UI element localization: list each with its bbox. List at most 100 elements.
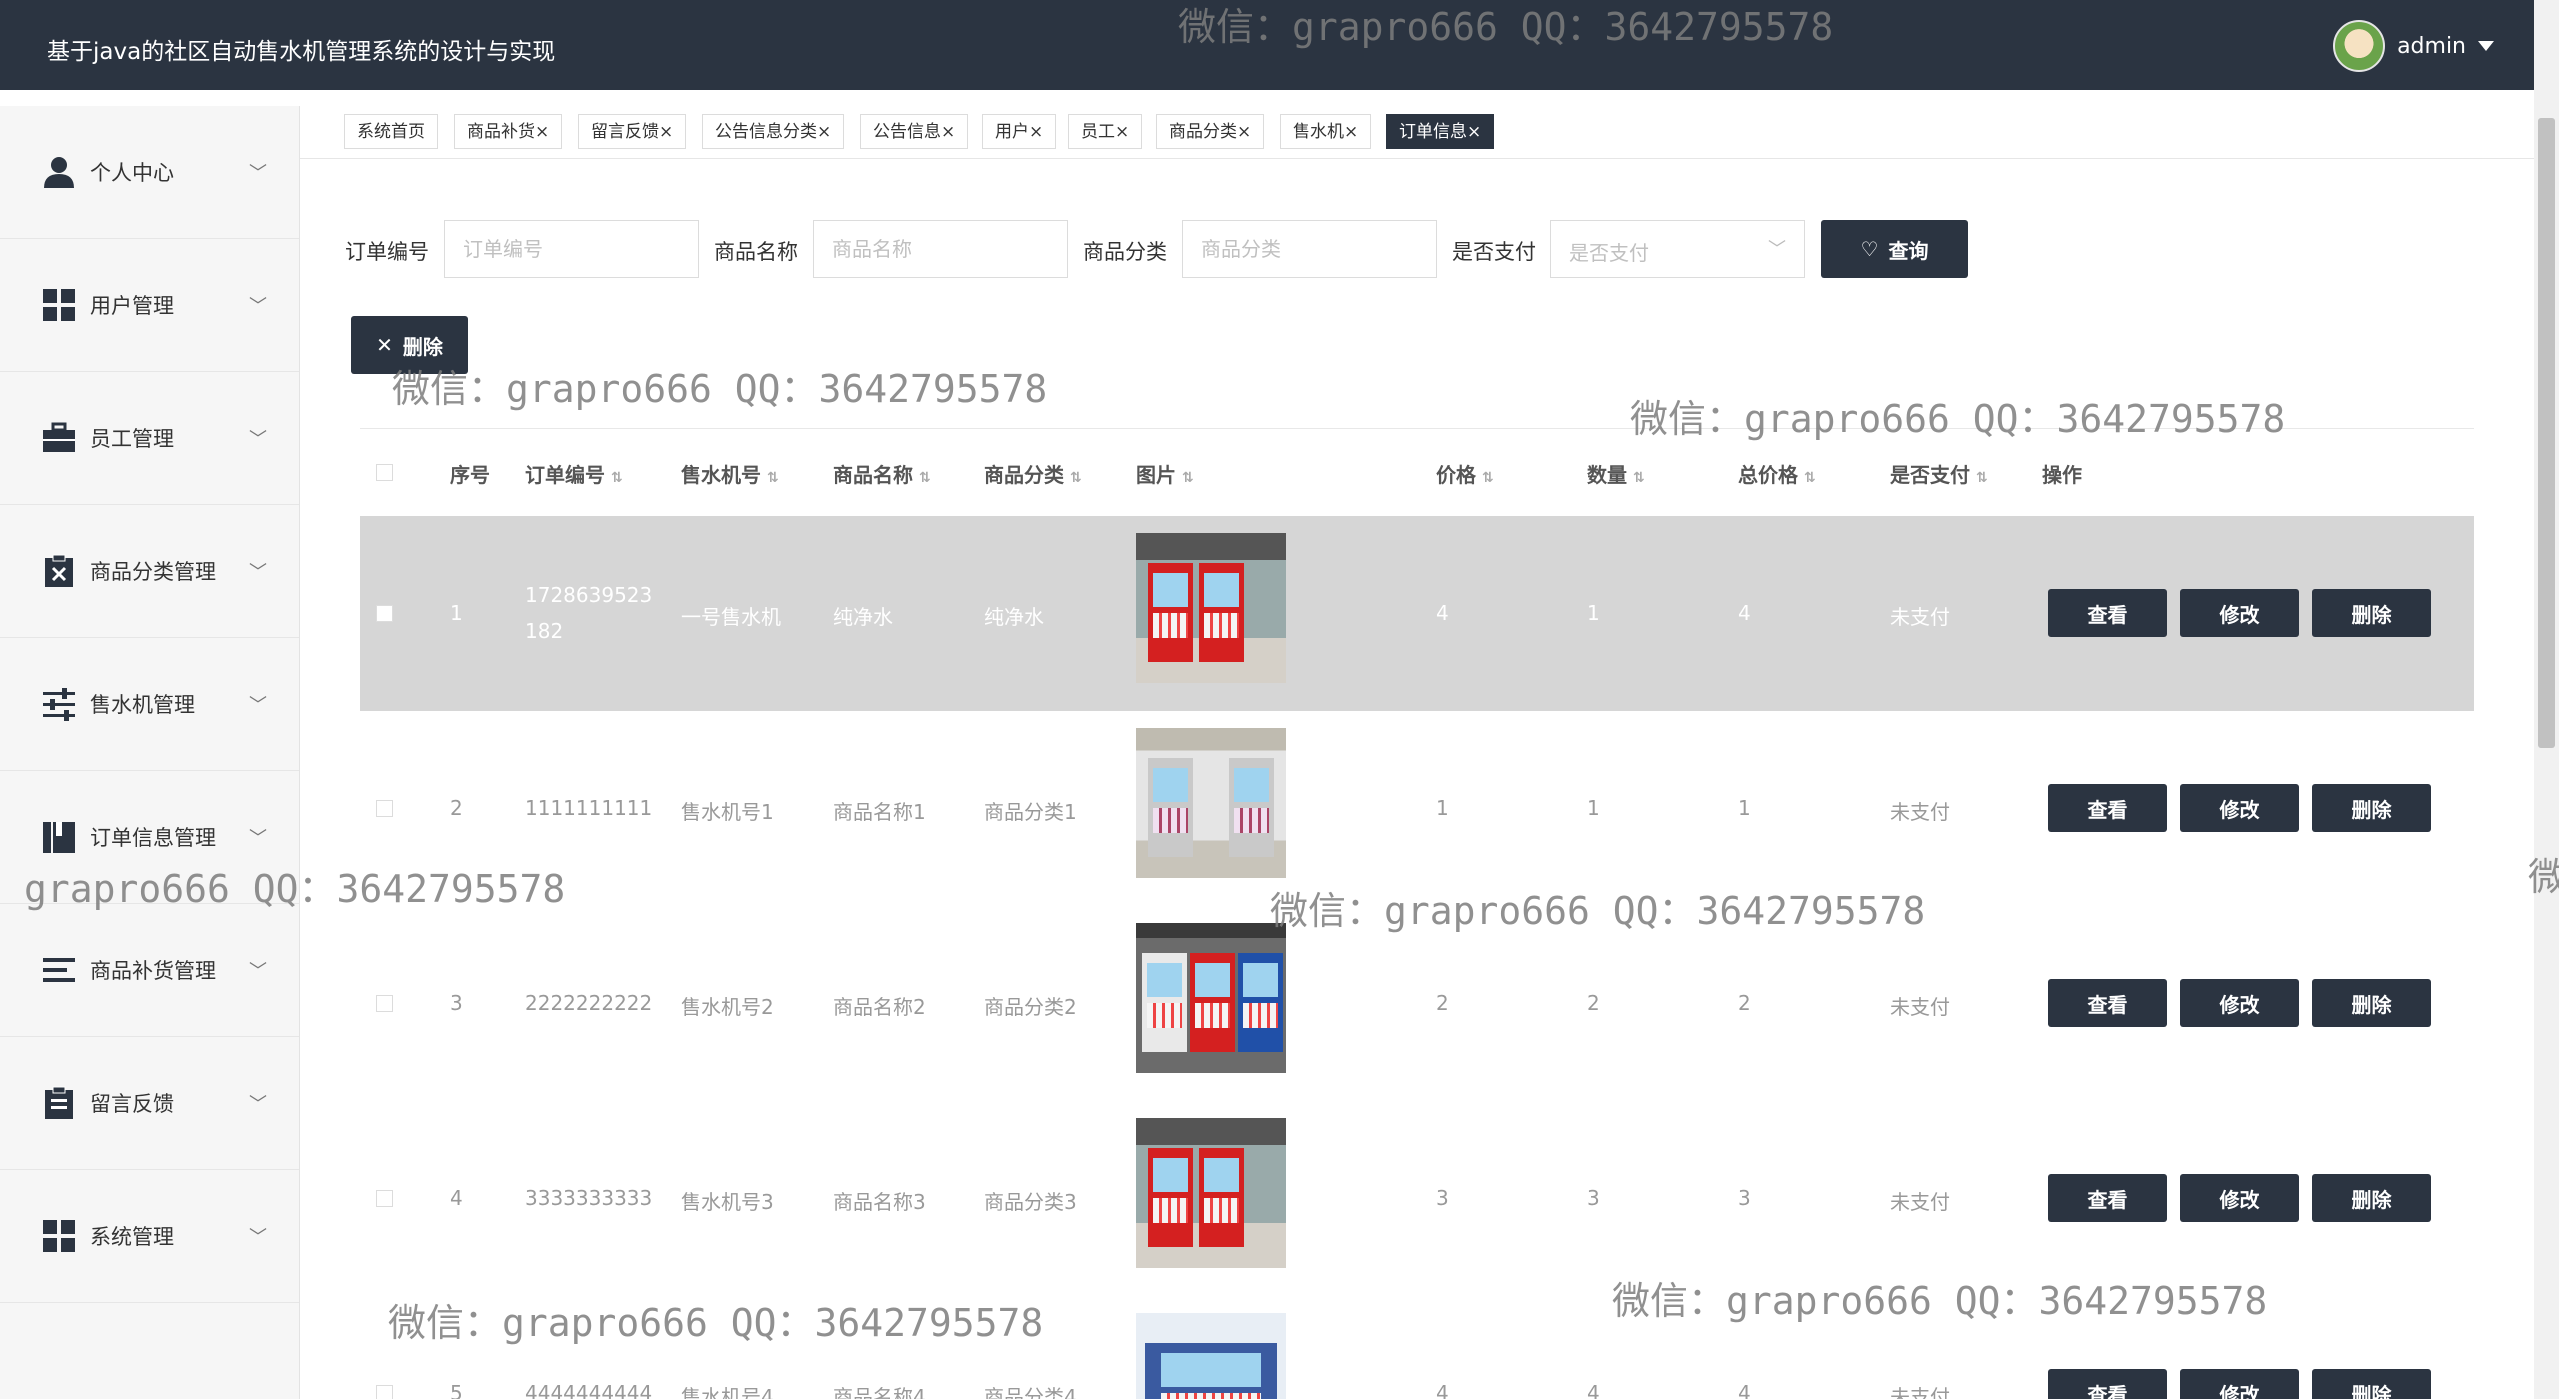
top-header: 基于java的社区自动售水机管理系统的设计与实现 admin xyxy=(0,0,2534,90)
table-row[interactable]: 1 1728639523 182 一号售水机 纯净水 纯净水 4 1 4 未支付… xyxy=(360,516,2474,712)
sort-icon[interactable]: ⇅ xyxy=(1482,470,1494,486)
close-icon[interactable]: × xyxy=(1344,122,1358,142)
sort-icon[interactable]: ⇅ xyxy=(1633,470,1645,486)
view-button[interactable]: 查看 xyxy=(2048,1174,2167,1222)
row-checkbox[interactable] xyxy=(376,1385,393,1399)
delete-button[interactable]: 删除 xyxy=(2312,589,2431,637)
th-order-no[interactable]: 订单编号 ⇅ xyxy=(525,459,623,488)
product-image[interactable] xyxy=(1136,1313,1286,1399)
tab-restock[interactable]: 商品补货× xyxy=(454,114,563,149)
scrollbar[interactable] xyxy=(2534,0,2559,1399)
row-checkbox[interactable] xyxy=(376,995,393,1012)
product-image[interactable] xyxy=(1136,728,1286,878)
th-total[interactable]: 总价格 ⇅ xyxy=(1738,459,1816,488)
th-product-name[interactable]: 商品名称 ⇅ xyxy=(833,459,931,488)
edit-button[interactable]: 修改 xyxy=(2180,979,2299,1027)
edit-button[interactable]: 修改 xyxy=(2180,1369,2299,1399)
sort-icon[interactable]: ⇅ xyxy=(1976,470,1988,486)
product-image[interactable] xyxy=(1136,923,1286,1073)
delete-button[interactable]: 删除 xyxy=(2312,1369,2431,1399)
cell-qty: 2 xyxy=(1587,991,1600,1015)
category-input[interactable] xyxy=(1182,220,1437,278)
tab-notice-category[interactable]: 公告信息分类× xyxy=(702,114,845,149)
sidebar-item-label: 系统管理 xyxy=(90,1225,174,1249)
close-icon[interactable]: × xyxy=(1115,122,1129,142)
tab-staff[interactable]: 员工× xyxy=(1068,114,1143,149)
cell-paid: 未支付 xyxy=(1890,995,1950,1019)
tab-notice[interactable]: 公告信息× xyxy=(860,114,969,149)
edit-button[interactable]: 修改 xyxy=(2180,1174,2299,1222)
product-image[interactable] xyxy=(1136,1118,1286,1268)
close-icon[interactable]: × xyxy=(1029,122,1043,142)
order-no-input[interactable] xyxy=(444,220,699,278)
close-icon[interactable]: × xyxy=(817,122,831,142)
table-row[interactable]: 4 3333333333 售水机号3 商品名称3 商品分类3 3 3 3 未支付… xyxy=(360,1101,2474,1297)
chevron-down-icon: ﹀ xyxy=(249,961,267,982)
sidebar-item-machine-management[interactable]: 售水机管理 ﹀ xyxy=(0,638,299,771)
sort-icon[interactable]: ⇅ xyxy=(611,470,623,486)
table-row[interactable]: 2 1111111111 售水机号1 商品名称1 商品分类1 1 1 1 未支付… xyxy=(360,711,2474,907)
table-row[interactable]: 3 2222222222 售水机号2 商品名称2 商品分类2 2 2 2 未支付… xyxy=(360,906,2474,1102)
close-icon[interactable]: × xyxy=(1237,122,1251,142)
caret-down-icon[interactable] xyxy=(2478,41,2494,51)
sort-icon[interactable]: ⇅ xyxy=(1804,470,1816,486)
query-button[interactable]: ♡ 查询 xyxy=(1821,220,1968,278)
th-category[interactable]: 商品分类 ⇅ xyxy=(984,459,1082,488)
sidebar-item-order-management[interactable]: 订单信息管理 ﹀ xyxy=(0,771,299,904)
view-button[interactable]: 查看 xyxy=(2048,1369,2167,1399)
close-icon[interactable]: × xyxy=(941,122,955,142)
row-checkbox[interactable] xyxy=(376,605,393,622)
sidebar-item-feedback[interactable]: 留言反馈 ﹀ xyxy=(0,1037,299,1170)
row-checkbox[interactable] xyxy=(376,800,393,817)
th-machine[interactable]: 售水机号 ⇅ xyxy=(681,459,779,488)
product-name-input[interactable] xyxy=(813,220,1068,278)
tab-home[interactable]: 系统首页 xyxy=(344,114,438,149)
row-checkbox[interactable] xyxy=(376,1190,393,1207)
tab-feedback[interactable]: 留言反馈× xyxy=(578,114,687,149)
th-price[interactable]: 价格 ⇅ xyxy=(1436,459,1494,488)
th-image[interactable]: 图片 ⇅ xyxy=(1136,459,1194,488)
tab-product-category[interactable]: 商品分类× xyxy=(1156,114,1265,149)
view-button[interactable]: 查看 xyxy=(2048,589,2167,637)
sort-icon[interactable]: ⇅ xyxy=(919,470,931,486)
tab-order-info[interactable]: 订单信息× xyxy=(1386,114,1495,149)
view-button[interactable]: 查看 xyxy=(2048,784,2167,832)
tab-user[interactable]: 用户× xyxy=(982,114,1057,149)
cell-machine: 售水机号2 xyxy=(681,995,774,1019)
cell-paid: 未支付 xyxy=(1890,605,1950,629)
tab-vending-machine[interactable]: 售水机× xyxy=(1280,114,1372,149)
delete-button[interactable]: 删除 xyxy=(2312,784,2431,832)
avatar[interactable] xyxy=(2333,20,2386,72)
th-category-label: 商品分类 xyxy=(984,463,1064,487)
paid-select[interactable]: 是否支付 ﹀ xyxy=(1550,220,1805,278)
product-image[interactable] xyxy=(1136,533,1286,683)
username[interactable]: admin xyxy=(2397,34,2466,59)
tab-label: 员工 xyxy=(1081,122,1115,142)
user-menu[interactable]: admin xyxy=(2333,20,2494,72)
close-icon[interactable]: × xyxy=(1467,122,1481,142)
th-qty[interactable]: 数量 ⇅ xyxy=(1587,459,1645,488)
delete-button[interactable]: 删除 xyxy=(2312,1174,2431,1222)
delete-button[interactable]: 删除 xyxy=(2312,979,2431,1027)
table-row[interactable]: 5 4444444444 售水机号4 商品名称4 商品分类4 4 4 4 未支付… xyxy=(360,1296,2474,1399)
sidebar-item-user-management[interactable]: 用户管理 ﹀ xyxy=(0,239,299,372)
sidebar-item-personal-center[interactable]: 个人中心 ﹀ xyxy=(0,106,299,239)
close-icon[interactable]: × xyxy=(535,122,549,142)
sort-icon[interactable]: ⇅ xyxy=(1182,470,1194,486)
edit-button[interactable]: 修改 xyxy=(2180,784,2299,832)
sidebar-item-restock-management[interactable]: 商品补货管理 ﹀ xyxy=(0,904,299,1037)
batch-delete-button[interactable]: ✕ 删除 xyxy=(351,316,468,374)
sort-icon[interactable]: ⇅ xyxy=(767,470,779,486)
user-icon xyxy=(44,157,74,188)
sidebar-item-system-management[interactable]: 系统管理 ﹀ xyxy=(0,1170,299,1303)
view-button[interactable]: 查看 xyxy=(2048,979,2167,1027)
scrollbar-thumb[interactable] xyxy=(2538,118,2555,748)
th-paid[interactable]: 是否支付 ⇅ xyxy=(1890,459,1988,488)
select-all-checkbox[interactable] xyxy=(376,464,393,481)
sidebar-item-staff-management[interactable]: 员工管理 ﹀ xyxy=(0,372,299,505)
close-icon[interactable]: × xyxy=(659,122,673,142)
sidebar-item-category-management[interactable]: 商品分类管理 ﹀ xyxy=(0,505,299,638)
edit-button[interactable]: 修改 xyxy=(2180,589,2299,637)
cell-index: 1 xyxy=(450,601,463,625)
sort-icon[interactable]: ⇅ xyxy=(1070,470,1082,486)
